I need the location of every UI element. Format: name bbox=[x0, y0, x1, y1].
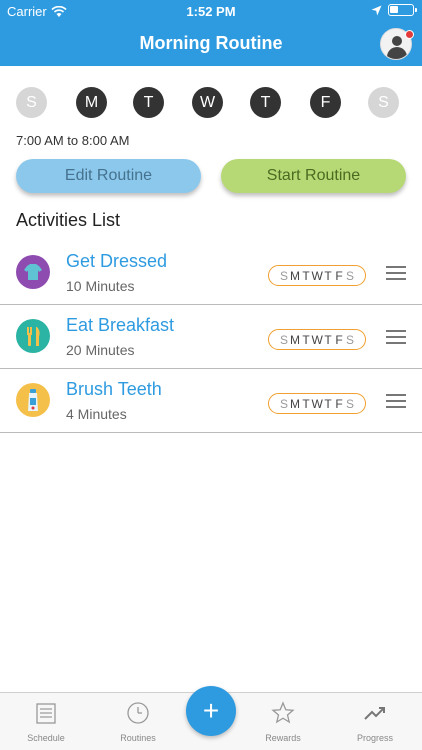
schedule-icon bbox=[36, 703, 56, 724]
weekday-letter: T bbox=[324, 396, 332, 411]
activities-heading: Activities List bbox=[16, 210, 121, 230]
status-time: 1:52 PM bbox=[186, 4, 236, 19]
activity-name[interactable]: Get Dressed bbox=[66, 251, 167, 272]
weekday-letter: T bbox=[302, 396, 310, 411]
day-saturday[interactable]: S bbox=[368, 87, 399, 118]
add-activity-button[interactable]: + bbox=[186, 686, 236, 736]
status-right bbox=[371, 4, 417, 16]
weekday-letter: W bbox=[311, 396, 323, 411]
tab-progress[interactable]: Progress bbox=[340, 701, 410, 743]
weekday-letter: F bbox=[335, 268, 343, 283]
weekday-letter: T bbox=[324, 268, 332, 283]
day-friday[interactable]: F bbox=[310, 87, 341, 118]
weekday-badge: S M T W T F S bbox=[268, 329, 366, 350]
weekday-letter: S bbox=[345, 332, 354, 347]
weekday-letter: M bbox=[290, 332, 300, 347]
activity-row[interactable]: Eat Breakfast 20 Minutes S M T W T F S bbox=[0, 305, 422, 369]
shirt-icon bbox=[16, 255, 50, 289]
weekday-badge: S M T W T F S bbox=[268, 393, 366, 414]
star-icon bbox=[271, 701, 295, 724]
day-sunday[interactable]: S bbox=[16, 87, 47, 118]
activity-duration: 10 Minutes bbox=[66, 278, 135, 294]
drag-handle-icon[interactable] bbox=[386, 330, 406, 344]
start-routine-button[interactable]: Start Routine bbox=[221, 159, 406, 193]
activity-row[interactable]: Brush Teeth 4 Minutes S M T W T F S bbox=[0, 369, 422, 433]
tab-label: Schedule bbox=[27, 733, 65, 743]
activity-name[interactable]: Eat Breakfast bbox=[66, 315, 174, 336]
tab-rewards[interactable]: Rewards bbox=[248, 701, 318, 743]
activity-name[interactable]: Brush Teeth bbox=[66, 379, 162, 400]
tab-label: Routines bbox=[120, 733, 156, 743]
drag-handle-icon[interactable] bbox=[386, 394, 406, 408]
battery-icon bbox=[388, 4, 417, 16]
day-wednesday[interactable]: W bbox=[192, 87, 223, 118]
weekday-badge: S M T W T F S bbox=[268, 265, 366, 286]
navigation-bar: Carrier 1:52 PM Morning Routine bbox=[0, 0, 422, 66]
location-arrow-icon bbox=[371, 5, 382, 15]
weekday-letter: S bbox=[279, 396, 288, 411]
weekday-letter: S bbox=[345, 396, 354, 411]
weekday-letter: S bbox=[345, 268, 354, 283]
page-title: Morning Routine bbox=[139, 33, 283, 53]
tab-schedule[interactable]: Schedule bbox=[11, 701, 81, 743]
clock-icon bbox=[127, 702, 149, 724]
fork-knife-icon bbox=[16, 319, 50, 353]
drag-handle-icon[interactable] bbox=[386, 266, 406, 280]
status-bar: Carrier 1:52 PM bbox=[0, 0, 422, 22]
day-thursday[interactable]: T bbox=[250, 87, 281, 118]
weekday-letter: W bbox=[311, 268, 323, 283]
activity-duration: 4 Minutes bbox=[66, 406, 127, 422]
weekday-letter: T bbox=[302, 268, 310, 283]
tab-routines[interactable]: Routines bbox=[103, 701, 173, 743]
tab-label: Rewards bbox=[265, 733, 301, 743]
weekday-letter: M bbox=[290, 268, 300, 283]
day-selector: S M T W T F S bbox=[16, 87, 406, 119]
tab-label: Progress bbox=[356, 733, 393, 743]
day-tuesday[interactable]: T bbox=[133, 87, 164, 118]
routine-time-range: 7:00 AM to 8:00 AM bbox=[16, 133, 130, 148]
weekday-letter: T bbox=[324, 332, 332, 347]
toothpaste-icon bbox=[16, 383, 50, 417]
weekday-letter: F bbox=[335, 396, 343, 411]
weekday-letter: M bbox=[290, 396, 300, 411]
weekday-letter: T bbox=[302, 332, 310, 347]
activity-row[interactable]: Get Dressed 10 Minutes S M T W T F S bbox=[0, 241, 422, 305]
weekday-letter: S bbox=[279, 268, 288, 283]
day-monday[interactable]: M bbox=[76, 87, 107, 118]
notification-dot bbox=[405, 30, 414, 39]
weekday-letter: F bbox=[335, 332, 343, 347]
edit-routine-button[interactable]: Edit Routine bbox=[16, 159, 201, 193]
trend-icon bbox=[364, 707, 385, 720]
weekday-letter: S bbox=[279, 332, 288, 347]
activity-duration: 20 Minutes bbox=[66, 342, 135, 358]
weekday-letter: W bbox=[311, 332, 323, 347]
